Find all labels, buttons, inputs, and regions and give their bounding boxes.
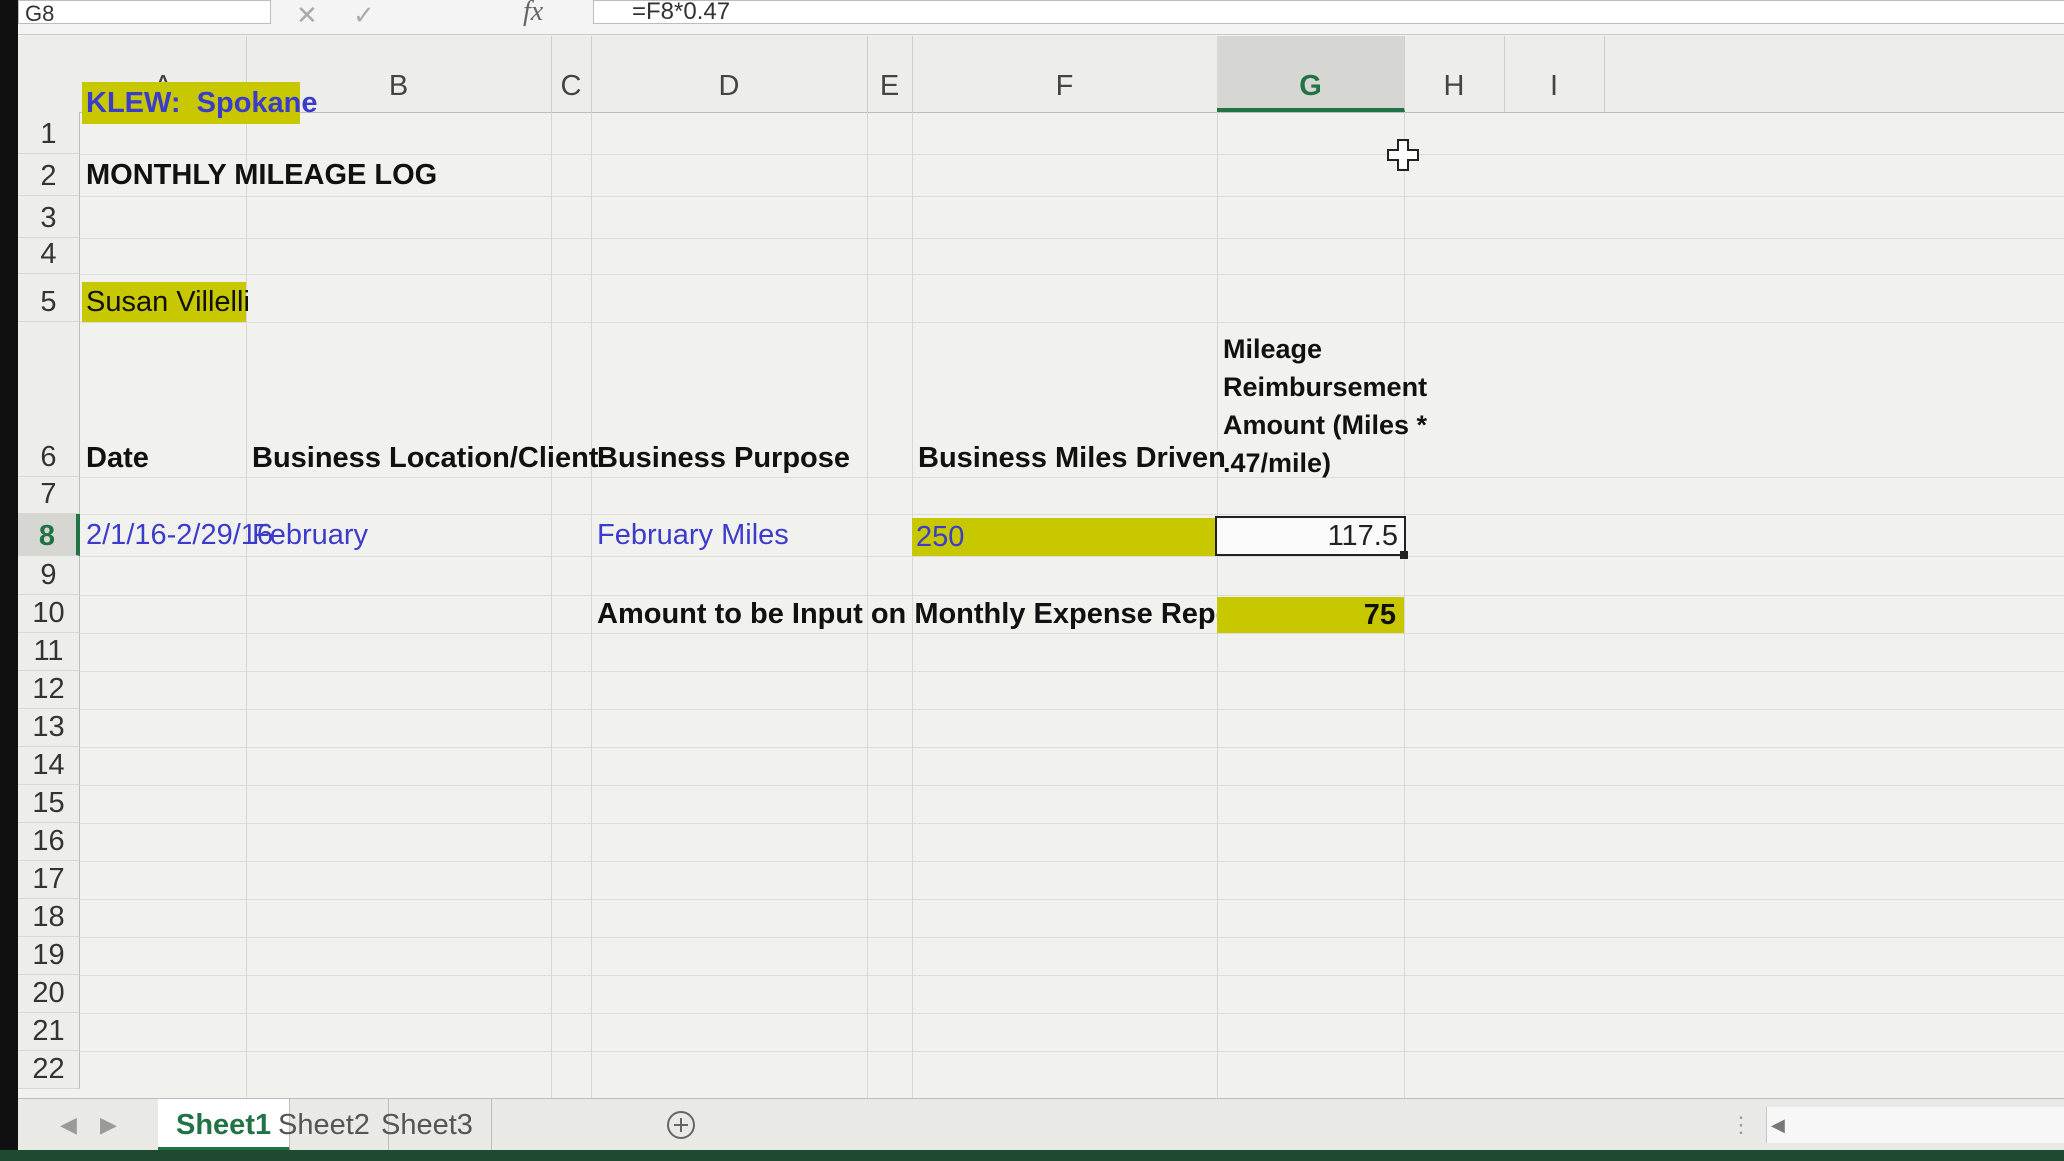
row-header-7[interactable]: 7	[18, 477, 80, 514]
row-header-15[interactable]: 15	[18, 785, 80, 823]
scroll-tabs-left-icon[interactable]: ◀	[60, 1099, 77, 1151]
gridline	[80, 899, 2064, 900]
row-header-18[interactable]: 18	[18, 899, 80, 937]
column-header-e[interactable]: E	[867, 36, 913, 112]
cell-a1-label: KLEW:	[86, 87, 181, 119]
row-header-10[interactable]: 10	[18, 595, 80, 633]
gridline	[80, 709, 2064, 710]
cell-a2[interactable]: MONTHLY MILEAGE LOG	[82, 154, 437, 196]
row-header-6[interactable]: 6	[18, 322, 80, 477]
name-box[interactable]: G8	[18, 0, 271, 24]
cell-g6[interactable]: Mileage Reimbursement Amount (Miles * .4…	[1219, 330, 1428, 482]
formula-bar: G8 ✕ ✓ fx =F8*0.47	[18, 0, 2064, 35]
gridline	[1404, 112, 1405, 1100]
cell-d10[interactable]: Amount to be Input on Monthly Expense Re…	[593, 595, 1254, 633]
cell-f6[interactable]: Business Miles Driven	[914, 440, 1226, 476]
column-header-row: A B C D E F G H I	[18, 36, 2064, 113]
cell-g8-selected[interactable]: 117.5	[1215, 516, 1406, 556]
row-header-4[interactable]: 4	[18, 238, 80, 274]
fill-handle[interactable]	[1400, 551, 1408, 559]
cell-a8[interactable]: 2/1/16-2/29/16	[82, 514, 273, 556]
formula-input[interactable]: =F8*0.47	[593, 0, 2064, 24]
scroll-left-icon[interactable]: ◀	[1771, 1107, 1785, 1143]
column-header-h[interactable]: H	[1404, 36, 1505, 112]
row-header-16[interactable]: 16	[18, 823, 80, 861]
cell-g10[interactable]: 75	[1217, 597, 1404, 633]
cell-d8[interactable]: February Miles	[593, 514, 789, 556]
horizontal-scrollbar[interactable]: ◀	[1766, 1107, 2064, 1143]
scroll-tabs-right-icon[interactable]: ▶	[100, 1099, 117, 1151]
cell-f8[interactable]: 250	[912, 518, 1217, 556]
gridline	[80, 322, 2064, 323]
confirm-icon[interactable]: ✓	[353, 0, 375, 31]
row-header-21[interactable]: 21	[18, 1013, 80, 1051]
gridline	[80, 671, 2064, 672]
cell-a1[interactable]: KLEW: Spokane	[82, 82, 318, 124]
gridline	[591, 112, 592, 1100]
add-sheet-icon[interactable]	[666, 1110, 696, 1140]
gridline	[80, 556, 2064, 557]
gridline	[246, 112, 247, 1100]
column-header-f[interactable]: F	[912, 36, 1218, 112]
gridline	[80, 1013, 2064, 1014]
gridline	[80, 785, 2064, 786]
row-header-8[interactable]: 8	[18, 514, 80, 556]
cell-g6-line: Amount (Miles *	[1223, 410, 1428, 440]
cell-g6-line: Reimbursement	[1223, 372, 1428, 402]
fx-icon[interactable]: fx	[523, 0, 543, 28]
gridline	[80, 514, 2064, 515]
row-header-5[interactable]: 5	[18, 274, 80, 322]
gridline	[80, 1051, 2064, 1052]
column-header-i[interactable]: I	[1504, 36, 1605, 112]
row-header-14[interactable]: 14	[18, 747, 80, 785]
row-header-20[interactable]: 20	[18, 975, 80, 1013]
row-header-19[interactable]: 19	[18, 937, 80, 975]
spreadsheet-window: G8 ✕ ✓ fx =F8*0.47 A B C D E F G H I 1 2…	[18, 0, 2064, 1161]
column-header-g[interactable]: G	[1217, 36, 1405, 112]
more-options-icon[interactable]: ⋮	[1730, 1099, 1752, 1151]
cell-b8[interactable]: February	[248, 514, 368, 556]
gridline	[80, 975, 2064, 976]
sheet-tab-bar: ◀ ▶ Sheet1 Sheet2 Sheet3 ⋮ ◀	[18, 1098, 2064, 1151]
gridline	[80, 477, 2064, 478]
sheet-tab-3[interactable]: Sheet3	[363, 1099, 492, 1151]
row-header-17[interactable]: 17	[18, 861, 80, 899]
gridline	[80, 861, 2064, 862]
cell-a5[interactable]: Susan Villelli	[82, 282, 250, 322]
cell-d6[interactable]: Business Purpose	[593, 440, 850, 476]
cell-a1-value: Spokane	[196, 87, 318, 119]
column-header-d[interactable]: D	[591, 36, 868, 112]
row-header-22[interactable]: 22	[18, 1051, 80, 1089]
cell-select-cross-icon	[1387, 139, 1419, 171]
gridline	[80, 238, 2064, 239]
cell-b6[interactable]: Business Location/Client	[248, 440, 598, 476]
row-header-3[interactable]: 3	[18, 196, 80, 238]
gridline	[80, 196, 2064, 197]
row-header-13[interactable]: 13	[18, 709, 80, 747]
gridline	[80, 937, 2064, 938]
row-header-9[interactable]: 9	[18, 556, 80, 595]
cell-g6-line: Mileage	[1223, 334, 1323, 364]
status-bar-edge	[0, 1150, 2064, 1161]
row-header-12[interactable]: 12	[18, 671, 80, 709]
cancel-icon[interactable]: ✕	[296, 0, 318, 31]
gridline	[80, 823, 2064, 824]
gridline	[551, 112, 552, 1100]
row-header-1[interactable]: 1	[18, 112, 80, 154]
row-header-11[interactable]: 11	[18, 633, 80, 671]
gridline	[80, 274, 2064, 275]
cell-a6[interactable]: Date	[82, 440, 149, 476]
column-header-c[interactable]: C	[551, 36, 592, 112]
cell-g6-line: .47/mile)	[1223, 448, 1332, 478]
gridline	[80, 747, 2064, 748]
gridline	[80, 633, 2064, 634]
row-header-2[interactable]: 2	[18, 154, 80, 196]
